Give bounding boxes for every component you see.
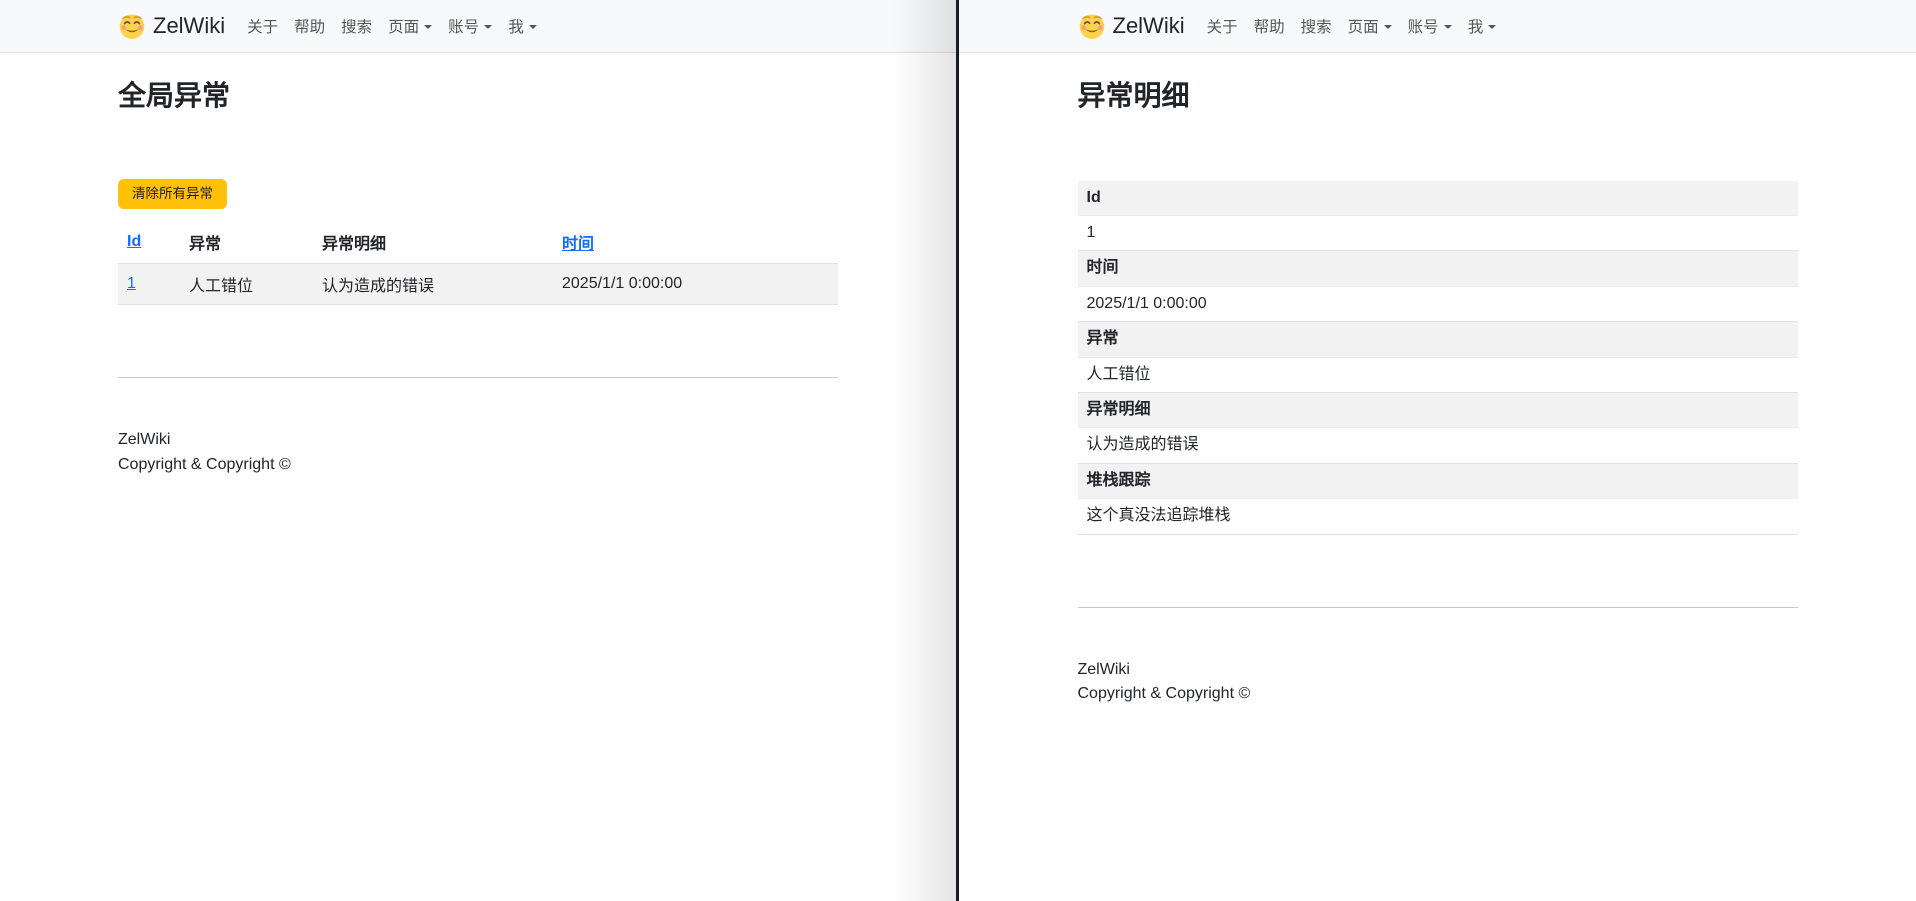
nav-item-account-dropdown[interactable]: 账号 — [1400, 7, 1460, 45]
navbar-container: ZelWiki 关于 帮助 搜索 页面 账号 我 — [106, 7, 850, 45]
left-window-global-exceptions: ZelWiki 关于 帮助 搜索 页面 账号 我 全局异常 清除所有异常 — [0, 0, 956, 901]
nav-links: 关于 帮助 搜索 页面 账号 我 — [1199, 7, 1505, 45]
footer-copyright: Copyright & Copyright © — [1078, 682, 1798, 707]
nav-item-label: 页面 — [1348, 15, 1379, 37]
nav-item-label: 帮助 — [294, 15, 325, 37]
nav-item-me-dropdown[interactable]: 我 — [1460, 7, 1505, 45]
dual-window-layout: ZelWiki 关于 帮助 搜索 页面 账号 我 全局异常 清除所有异常 — [0, 0, 1916, 901]
caret-down-icon — [484, 25, 492, 29]
col-header-exception-detail: 异常明细 — [313, 223, 553, 264]
detail-field-value: 认为造成的错误 — [1078, 428, 1798, 463]
col-header-id: Id — [118, 223, 180, 264]
navbar-container: ZelWiki 关于 帮助 搜索 页面 账号 我 — [1066, 7, 1810, 45]
page-title: 全局异常 — [118, 79, 838, 113]
nav-item-label: 搜索 — [1301, 15, 1332, 37]
caret-down-icon — [424, 25, 432, 29]
nav-item-pages-dropdown[interactable]: 页面 — [1340, 7, 1400, 45]
col-header-exception: 异常 — [180, 223, 313, 264]
footer-copyright: Copyright & Copyright © — [118, 453, 838, 478]
smiley-logo-icon — [1078, 12, 1106, 40]
cell-id: 1 — [118, 263, 180, 304]
detail-field-label: 堆栈跟踪 — [1078, 464, 1798, 499]
detail-field-label: Id — [1078, 181, 1798, 216]
brand-name: ZelWiki — [1113, 13, 1185, 39]
nav-item-about[interactable]: 关于 — [239, 7, 286, 45]
sort-by-time-link[interactable]: 时间 — [562, 236, 594, 253]
exception-detail-list: Id 1 时间 2025/1/1 0:00:00 异常 人工错位 异常明细 认为… — [1078, 181, 1798, 535]
window-edge-shadow — [892, 0, 956, 901]
navbar: ZelWiki 关于 帮助 搜索 页面 账号 我 — [0, 0, 956, 53]
col-header-time: 时间 — [553, 223, 838, 264]
nav-item-search[interactable]: 搜索 — [333, 7, 380, 45]
nav-item-about[interactable]: 关于 — [1199, 7, 1246, 45]
nav-item-pages-dropdown[interactable]: 页面 — [380, 7, 440, 45]
nav-item-label: 帮助 — [1254, 15, 1285, 37]
cell-exception-detail: 认为造成的错误 — [313, 263, 553, 304]
clear-all-exceptions-button[interactable]: 清除所有异常 — [118, 179, 227, 209]
footer-site-name: ZelWiki — [118, 428, 838, 453]
caret-down-icon — [529, 25, 537, 29]
detail-field-label: 异常 — [1078, 322, 1798, 357]
nav-item-label: 我 — [1468, 15, 1484, 37]
caret-down-icon — [1488, 25, 1496, 29]
detail-field-value: 人工错位 — [1078, 358, 1798, 393]
cell-time: 2025/1/1 0:00:00 — [553, 263, 838, 304]
caret-down-icon — [1444, 25, 1452, 29]
table-header-row: Id 异常 异常明细 时间 — [118, 223, 838, 264]
caret-down-icon — [1384, 25, 1392, 29]
nav-item-label: 关于 — [247, 15, 278, 37]
nav-item-label: 页面 — [388, 15, 419, 37]
left-page-content: 全局异常 清除所有异常 Id 异常 异常明细 时间 1 人工错位 — [106, 79, 850, 477]
brand-link[interactable]: ZelWiki — [118, 12, 225, 40]
page-footer: ZelWiki Copyright & Copyright © — [118, 428, 838, 478]
right-page-content: 异常明细 Id 1 时间 2025/1/1 0:00:00 异常 人工错位 异常… — [1066, 79, 1810, 707]
table-row: 1 人工错位 认为造成的错误 2025/1/1 0:00:00 — [118, 263, 838, 304]
brand-name: ZelWiki — [153, 13, 225, 39]
detail-field-label: 时间 — [1078, 251, 1798, 286]
page-title: 异常明细 — [1078, 79, 1798, 113]
exception-id-link[interactable]: 1 — [127, 275, 136, 292]
detail-field-value: 2025/1/1 0:00:00 — [1078, 287, 1798, 322]
nav-item-me-dropdown[interactable]: 我 — [500, 7, 545, 45]
nav-item-help[interactable]: 帮助 — [286, 7, 333, 45]
nav-item-help[interactable]: 帮助 — [1246, 7, 1293, 45]
nav-links: 关于 帮助 搜索 页面 账号 我 — [239, 7, 545, 45]
sort-by-id-link[interactable]: Id — [127, 233, 141, 250]
brand-link[interactable]: ZelWiki — [1078, 12, 1185, 40]
footer-divider-rule — [1078, 607, 1798, 608]
detail-field-value: 1 — [1078, 216, 1798, 251]
right-window-exception-detail: ZelWiki 关于 帮助 搜索 页面 账号 我 异常明细 Id 1 时间 20… — [959, 0, 1916, 901]
nav-item-label: 账号 — [1408, 15, 1439, 37]
detail-field-value: 这个真没法追踪堆栈 — [1078, 499, 1798, 534]
footer-divider-rule — [118, 377, 838, 378]
footer-site-name: ZelWiki — [1078, 658, 1798, 683]
nav-item-label: 关于 — [1207, 15, 1238, 37]
nav-item-account-dropdown[interactable]: 账号 — [440, 7, 500, 45]
nav-item-search[interactable]: 搜索 — [1293, 7, 1340, 45]
nav-item-label: 账号 — [448, 15, 479, 37]
cell-exception: 人工错位 — [180, 263, 313, 304]
nav-item-label: 我 — [508, 15, 524, 37]
detail-field-label: 异常明细 — [1078, 393, 1798, 428]
page-footer: ZelWiki Copyright & Copyright © — [1078, 658, 1798, 708]
nav-item-label: 搜索 — [341, 15, 372, 37]
exceptions-table: Id 异常 异常明细 时间 1 人工错位 认为造成的错误 2025/1/1 0:… — [118, 223, 838, 305]
smiley-logo-icon — [118, 12, 146, 40]
navbar: ZelWiki 关于 帮助 搜索 页面 账号 我 — [959, 0, 1916, 53]
